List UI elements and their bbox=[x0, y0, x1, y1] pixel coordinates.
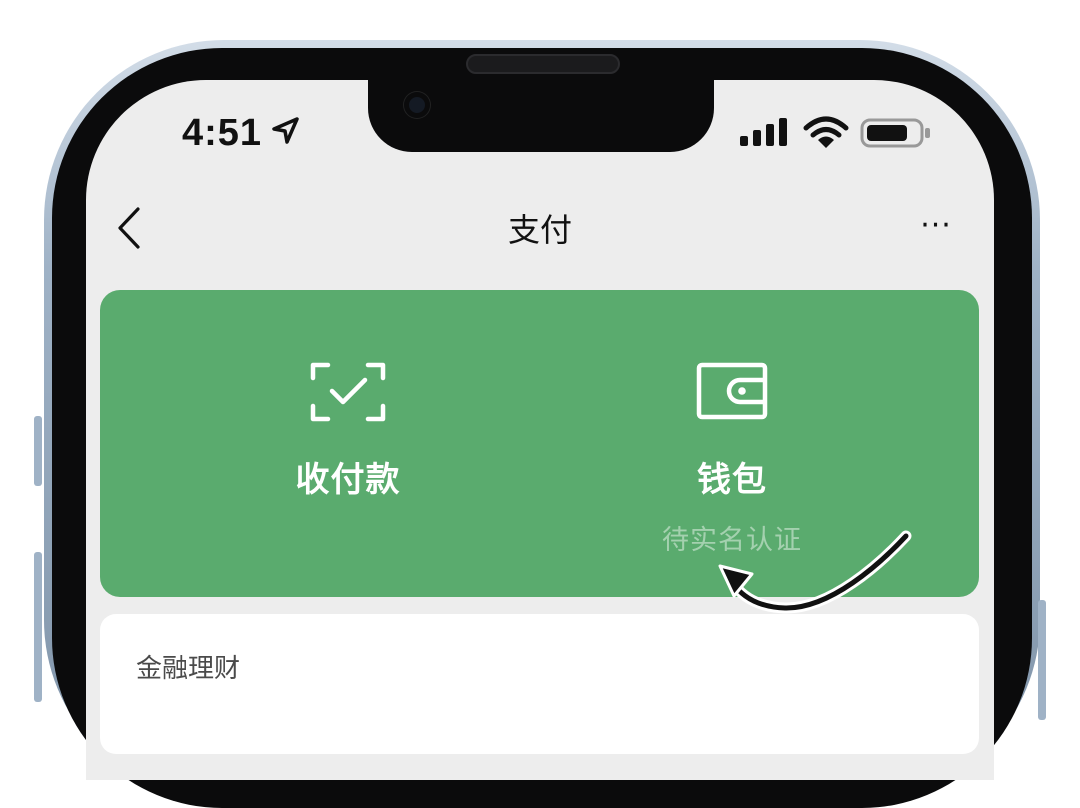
finance-section: 金融理财 bbox=[100, 614, 979, 754]
more-options-button[interactable]: ··· bbox=[906, 206, 966, 246]
receive-pay-label: 收付款 bbox=[295, 460, 401, 500]
location-arrow-icon bbox=[272, 117, 299, 144]
wifi-icon bbox=[803, 116, 849, 148]
status-time: 4:51 bbox=[182, 112, 263, 154]
front-camera bbox=[404, 92, 430, 118]
earpiece-speaker bbox=[466, 54, 620, 74]
receive-pay-button[interactable]: 收付款 bbox=[128, 290, 568, 597]
wallet-label: 钱包 bbox=[697, 460, 767, 500]
cellular-signal-icon bbox=[740, 118, 787, 146]
scan-check-icon bbox=[310, 362, 386, 422]
phone-side-button-lower bbox=[34, 552, 42, 702]
finance-section-title: 金融理财 bbox=[136, 654, 241, 684]
battery-icon bbox=[860, 118, 930, 148]
annotation-arrow-icon bbox=[718, 530, 912, 614]
wallet-icon bbox=[696, 362, 768, 420]
phone-power-button bbox=[1038, 600, 1046, 720]
phone-side-button-upper bbox=[34, 416, 42, 486]
